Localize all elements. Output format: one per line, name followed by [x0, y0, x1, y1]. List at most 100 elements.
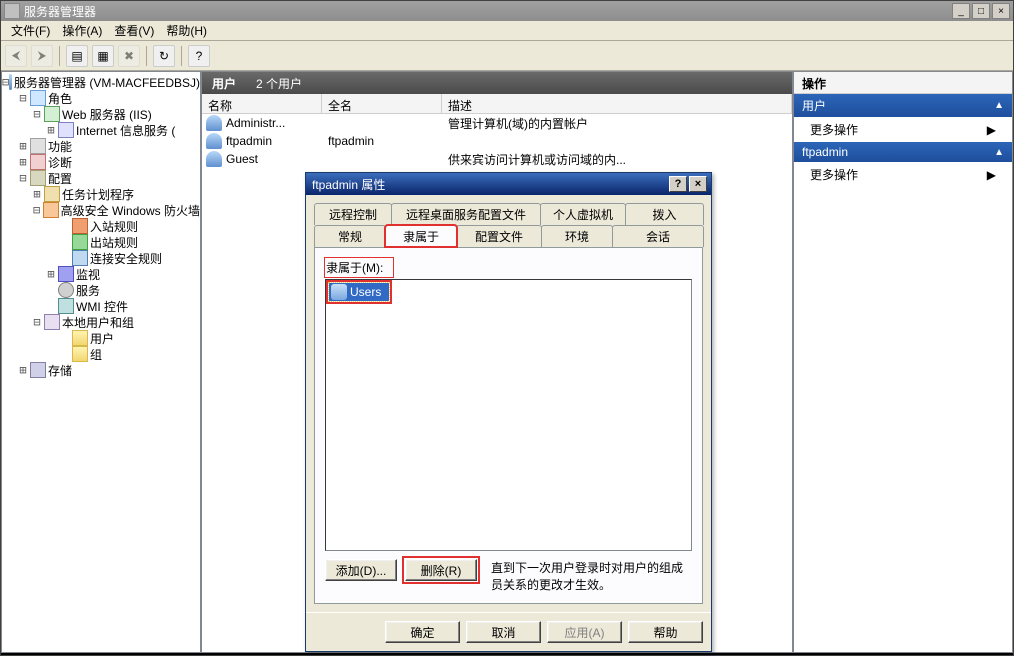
tree-task-scheduler[interactable]: ⊞任务计划程序 — [2, 186, 200, 202]
col-description[interactable]: 描述 — [442, 94, 792, 113]
actions-title: 操作 — [794, 72, 1012, 94]
menu-view[interactable]: 查看(V) — [108, 20, 160, 41]
tab-dialin[interactable]: 拨入 — [625, 203, 704, 225]
properties-toolbar-button[interactable]: ▦ — [92, 45, 114, 67]
tree-roles[interactable]: ⊟角色 — [2, 90, 200, 106]
help-button[interactable]: 帮助 — [628, 621, 703, 643]
submenu-arrow-icon: ▶ — [987, 123, 996, 137]
tab-profile[interactable]: 配置文件 — [456, 225, 542, 247]
member-of-label: 隶属于(M): — [325, 258, 393, 277]
tree-configuration[interactable]: ⊟配置 — [2, 170, 200, 186]
member-of-listbox[interactable]: Users — [325, 279, 692, 551]
collapse-icon: ▲ — [994, 100, 1004, 111]
web-icon — [44, 106, 60, 122]
tab-personal-vm[interactable]: 个人虚拟机 — [540, 203, 626, 225]
server-icon — [9, 74, 12, 90]
user-icon — [206, 133, 222, 149]
remove-button[interactable]: 删除(R) — [405, 559, 477, 581]
menu-file[interactable]: 文件(F) — [5, 20, 56, 41]
tab-member-of[interactable]: 隶属于 — [385, 225, 457, 247]
lug-icon — [44, 314, 60, 330]
tab-environment[interactable]: 环境 — [541, 225, 613, 247]
toolbar: ⮜ ⮞ ▤ ▦ ✖ ↻ ? — [1, 41, 1013, 71]
menu-help[interactable]: 帮助(H) — [160, 20, 213, 41]
cancel-button[interactable]: 取消 — [466, 621, 541, 643]
apply-button[interactable]: 应用(A) — [547, 621, 622, 643]
services-icon — [58, 282, 74, 298]
consec-icon — [72, 250, 88, 266]
main-window-titlebar: 服务器管理器 _ □ × — [1, 1, 1013, 21]
tree-storage[interactable]: ⊞存储 — [2, 362, 200, 378]
toolbar-divider — [59, 46, 60, 66]
storage-icon — [30, 362, 46, 378]
tree-users[interactable]: 用户 — [2, 330, 200, 346]
tree-outbound-rules[interactable]: 出站规则 — [2, 234, 200, 250]
minimize-button[interactable]: _ — [952, 3, 970, 19]
list-columns: 名称 全名 描述 — [202, 94, 792, 114]
tree-iis[interactable]: ⊞Internet 信息服务 ( — [2, 122, 200, 138]
back-button: ⮜ — [5, 45, 27, 67]
list-header: 用户 2 个用户 — [202, 72, 792, 94]
monitor-icon — [58, 266, 74, 282]
maximize-button[interactable]: □ — [972, 3, 990, 19]
submenu-arrow-icon: ▶ — [987, 168, 996, 182]
tree-wmi[interactable]: WMI 控件 — [2, 298, 200, 314]
show-hide-tree-button[interactable]: ▤ — [66, 45, 88, 67]
folder-icon — [72, 330, 88, 346]
tree-features[interactable]: ⊞功能 — [2, 138, 200, 154]
tab-sessions[interactable]: 会话 — [612, 225, 704, 247]
list-row[interactable]: ftpadmin ftpadmin — [202, 132, 792, 150]
tree-web-server[interactable]: ⊟Web 服务器 (IIS) — [2, 106, 200, 122]
col-fullname[interactable]: 全名 — [322, 94, 442, 113]
list-rows: Administr... 管理计算机(域)的内置帐户 ftpadmin ftpa… — [202, 114, 792, 168]
ftpadmin-properties-dialog: ftpadmin 属性 ? × 远程控制 远程桌面服务配置文件 个人虚拟机 拨入… — [305, 172, 712, 652]
col-name[interactable]: 名称 — [202, 94, 322, 113]
toolbar-divider — [181, 46, 182, 66]
member-of-page: 隶属于(M): Users 添加(D)... 删除(R) 直到下一次用户登录时对… — [314, 247, 703, 604]
tree-local-users-groups[interactable]: ⊟本地用户和组 — [2, 314, 200, 330]
collapse-icon: ▲ — [994, 147, 1004, 158]
dialog-titlebar[interactable]: ftpadmin 属性 ? × — [306, 173, 711, 195]
configuration-icon — [30, 170, 46, 186]
tree-root[interactable]: ⊟服务器管理器 (VM-MACFEEDBSJ) — [2, 74, 200, 90]
dialog-tabs: 远程控制 远程桌面服务配置文件 个人虚拟机 拨入 常规 隶属于 配置文件 环境 … — [314, 203, 703, 247]
member-item-users[interactable]: Users — [329, 283, 389, 301]
membership-note: 直到下一次用户登录时对用户的组成员关系的更改才生效。 — [485, 559, 692, 593]
outbound-icon — [72, 234, 88, 250]
menu-action[interactable]: 操作(A) — [56, 20, 108, 41]
window-title: 服务器管理器 — [24, 3, 950, 20]
roles-icon — [30, 90, 46, 106]
help-toolbar-button[interactable]: ? — [188, 45, 210, 67]
tab-general[interactable]: 常规 — [314, 225, 386, 247]
menu-bar: 文件(F) 操作(A) 查看(V) 帮助(H) — [1, 21, 1013, 41]
actions-more-1[interactable]: 更多操作▶ — [794, 117, 1012, 142]
actions-section-users[interactable]: 用户▲ — [794, 94, 1012, 117]
close-button[interactable]: × — [992, 3, 1010, 19]
firewall-icon — [43, 202, 58, 218]
dialog-help-button[interactable]: ? — [669, 176, 687, 192]
actions-more-2[interactable]: 更多操作▶ — [794, 162, 1012, 187]
navigation-tree[interactable]: ⊟服务器管理器 (VM-MACFEEDBSJ) ⊟角色 ⊟Web 服务器 (II… — [1, 71, 201, 653]
actions-panel: 操作 用户▲ 更多操作▶ ftpadmin▲ 更多操作▶ — [793, 71, 1013, 653]
tree-services[interactable]: 服务 — [2, 282, 200, 298]
tree-inbound-rules[interactable]: 入站规则 — [2, 218, 200, 234]
delete-toolbar-button: ✖ — [118, 45, 140, 67]
add-button[interactable]: 添加(D)... — [325, 559, 397, 581]
dialog-close-button[interactable]: × — [689, 176, 707, 192]
ok-button[interactable]: 确定 — [385, 621, 460, 643]
tab-remote-control[interactable]: 远程控制 — [314, 203, 392, 225]
list-row[interactable]: Administr... 管理计算机(域)的内置帐户 — [202, 114, 792, 132]
tree-monitoring[interactable]: ⊞监视 — [2, 266, 200, 282]
actions-section-ftpadmin[interactable]: ftpadmin▲ — [794, 142, 1012, 162]
tree-groups[interactable]: 组 — [2, 346, 200, 362]
dialog-buttons: 确定 取消 应用(A) 帮助 — [306, 612, 711, 651]
list-header-count: 2 个用户 — [246, 75, 302, 92]
tab-remote-desktop-profile[interactable]: 远程桌面服务配置文件 — [391, 203, 541, 225]
list-row[interactable]: Guest 供来宾访问计算机或访问域的内... — [202, 150, 792, 168]
dialog-title: ftpadmin 属性 — [310, 176, 667, 193]
tree-connection-security[interactable]: 连接安全规则 — [2, 250, 200, 266]
tree-diagnostics[interactable]: ⊞诊断 — [2, 154, 200, 170]
refresh-button[interactable]: ↻ — [153, 45, 175, 67]
iis-icon — [58, 122, 74, 138]
tree-firewall[interactable]: ⊟高级安全 Windows 防火墙 — [2, 202, 200, 218]
